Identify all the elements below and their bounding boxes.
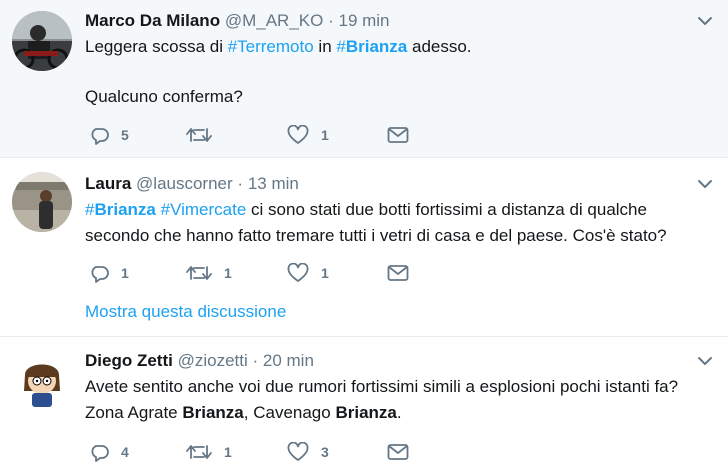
message-icon [387,127,409,143]
caret-down-icon[interactable] [696,175,714,193]
timestamp[interactable]: 19 min [338,11,389,30]
message-icon [387,265,409,281]
retweet-icon [186,128,212,142]
user-handle[interactable]: @lauscorner [136,174,233,193]
separator-dot: · [237,174,244,193]
like-count: 3 [321,444,329,460]
caret-down-icon[interactable] [696,12,714,30]
display-name[interactable]: Diego Zetti [85,351,173,370]
tweet-2[interactable]: Laura @lauscorner · 13 min #Brianza #Vim… [0,158,728,337]
tweet-text-line: #Brianza #Vimercate ci sono stati due bo… [85,197,715,223]
tweet-header: Laura @lauscorner · 13 min [85,174,299,194]
reply-button[interactable]: 1 [89,260,129,286]
hashtag-brianza[interactable]: #Brianza [85,200,156,219]
tweet-header: Marco Da Milano @M_AR_KO · 19 min [85,11,390,31]
text-segment: in [313,37,337,56]
message-button[interactable] [387,439,409,465]
like-icon [287,263,309,282]
hashtag-vimercate[interactable]: #Vimercate [161,200,247,219]
like-button[interactable]: 1 [287,122,329,148]
avatar[interactable] [12,11,72,71]
display-name[interactable]: Marco Da Milano [85,11,220,30]
reply-button[interactable]: 4 [89,439,129,465]
tweet-header: Diego Zetti @ziozetti · 20 min [85,351,314,371]
avatar[interactable] [12,351,72,411]
like-icon [287,125,309,144]
like-count: 1 [321,127,329,143]
like-button[interactable]: 1 [287,260,329,286]
text-segment: adesso. [407,37,472,56]
tweet-text-line: Qualcuno conferma? [85,87,243,106]
tweet-text: Leggera scossa di #Terremoto in #Brianza… [85,34,715,110]
text-segment: ci sono stati due botti fortissimi a dis… [246,200,647,219]
reply-count: 4 [121,444,129,460]
retweet-count: 1 [224,444,232,460]
message-button[interactable] [387,122,409,148]
separator-dot: · [252,351,259,370]
tweet-text: Avete sentito anche voi due rumori forti… [85,374,715,426]
timestamp[interactable]: 13 min [248,174,299,193]
hashtag-symbol: # [336,37,346,56]
text-segment: Leggera scossa di [85,37,228,56]
text-segment: . [396,403,402,422]
retweet-icon [186,266,212,280]
hashtag-word: Brianza [345,37,408,56]
retweet-button[interactable]: 1 [186,439,232,465]
tweet-3[interactable]: Diego Zetti @ziozetti · 20 min Avete sen… [0,337,728,469]
like-button[interactable]: 3 [287,439,329,465]
like-count: 1 [321,265,329,281]
tweet-text-line: secondo che hanno fatto tremare tutti i … [85,226,667,245]
reply-count: 1 [121,265,129,281]
caret-down-icon[interactable] [696,352,714,370]
retweet-count: 1 [224,265,232,281]
reply-icon [91,266,109,283]
show-thread-link[interactable]: Mostra questa discussione [85,302,286,322]
avatar[interactable] [12,172,72,232]
highlighted-term: Brianza [182,403,244,422]
user-handle[interactable]: @ziozetti [178,351,248,370]
hashtag-terremoto[interactable]: #Terremoto [228,37,314,56]
tweet-1[interactable]: Marco Da Milano @M_AR_KO · 19 min Legger… [0,0,728,158]
tweet-text-line: Zona Agrate Brianza, Cavenago Brianza. [85,400,715,426]
reply-icon [91,128,109,145]
display-name[interactable]: Laura [85,174,131,193]
reply-count: 5 [121,127,129,143]
text-segment: Zona Agrate [85,403,183,422]
retweet-button[interactable] [186,122,224,148]
tweet-text: #Brianza #Vimercate ci sono stati due bo… [85,197,715,249]
tweet-text-line: Leggera scossa di #Terremoto in #Brianza… [85,34,715,60]
like-icon [287,442,309,461]
hashtag-brianza[interactable]: #Brianza [336,37,407,56]
message-button[interactable] [387,260,409,286]
hashtag-word: Brianza [94,200,156,219]
retweet-button[interactable]: 1 [186,260,232,286]
tweet-text-line: Avete sentito anche voi due rumori forti… [85,377,679,396]
text-segment: , Cavenago [243,403,336,422]
message-icon [387,444,409,460]
separator-dot: · [328,11,334,30]
retweet-icon [186,445,212,459]
user-handle[interactable]: @M_AR_KO [225,11,324,30]
timestamp[interactable]: 20 min [263,351,314,370]
reply-icon [91,445,109,462]
highlighted-term: Brianza [335,403,397,422]
reply-button[interactable]: 5 [89,122,129,148]
